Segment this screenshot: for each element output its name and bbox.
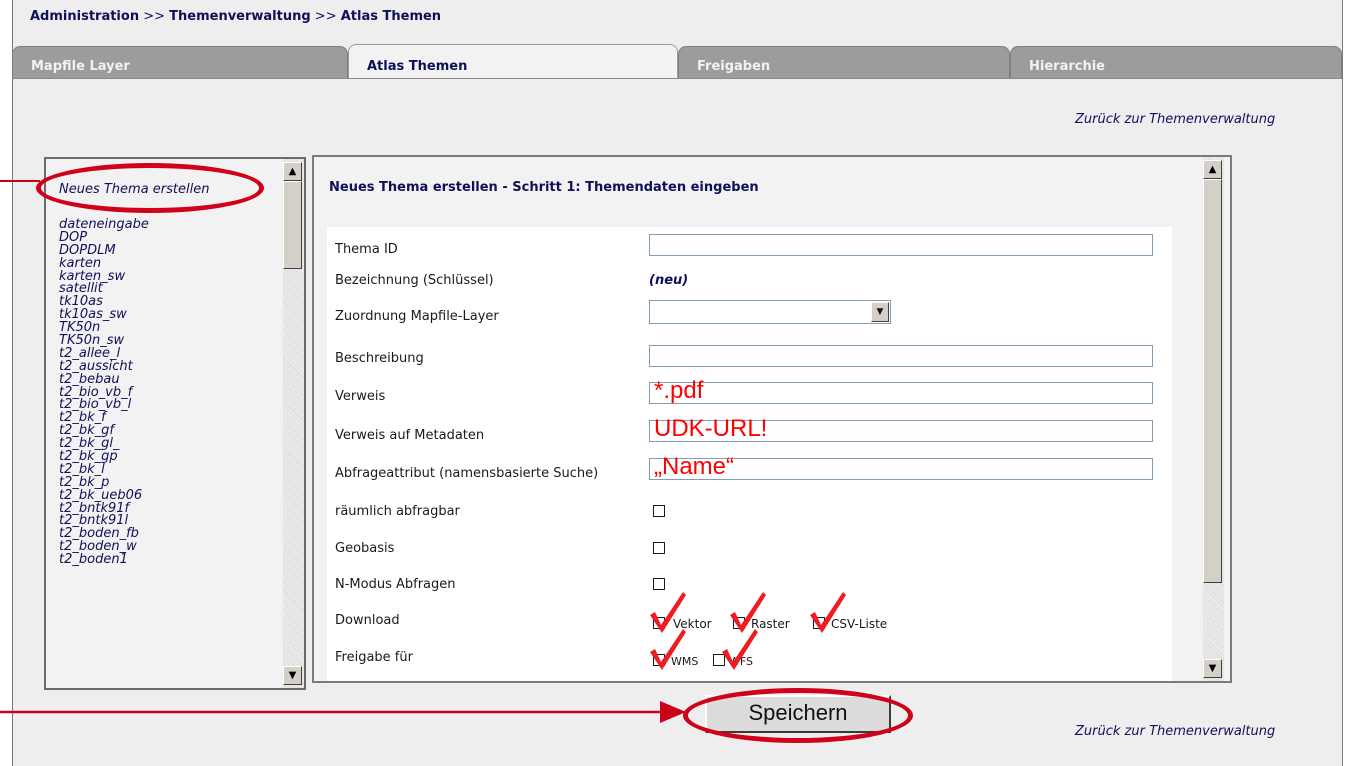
thema-id-input[interactable] [649, 234, 1153, 256]
freigabe-wms-label: WMS [671, 655, 699, 668]
label-bezeichnung: Bezeichnung (Schlüssel) [335, 273, 494, 288]
download-raster-label: Raster [751, 617, 790, 631]
download-vektor-checkbox[interactable] [653, 617, 665, 629]
form-scrollbar[interactable]: ▲ ▼ [1203, 157, 1224, 681]
breadcrumb-themenverwaltung[interactable]: Themenverwaltung [169, 9, 311, 24]
mapfile-layer-select[interactable]: ▼ [649, 300, 891, 324]
annotation-udk-url: UDK-URL! [654, 415, 768, 442]
back-link-top[interactable]: Zurück zur Themenverwaltung [1075, 112, 1275, 127]
label-verweis-metadaten: Verweis auf Metadaten [335, 428, 485, 443]
scroll-thumb[interactable] [1203, 179, 1222, 583]
raeumlich-checkbox[interactable] [653, 505, 665, 517]
form-body: Thema ID Bezeichnung (Schlüssel) (neu) Z… [327, 227, 1172, 681]
chevron-down-icon[interactable]: ▼ [871, 302, 889, 322]
download-vektor-label: Vektor [673, 617, 712, 631]
verweis-input[interactable] [649, 382, 1153, 404]
theme-list[interactable]: Neues Thema erstellen dateneingabe DOP D… [44, 157, 306, 690]
save-button[interactable]: Speichern [705, 695, 891, 733]
bezeichnung-value: (neu) [649, 273, 689, 288]
freigabe-wfs-label: WFS [729, 655, 753, 668]
breadcrumb-separator: >> [310, 9, 341, 24]
label-freigabe: Freigabe für [335, 650, 413, 665]
breadcrumb-separator: >> [139, 9, 170, 24]
theme-list-items: dateneingabe DOP DOPDLM karten karten_sw… [59, 218, 149, 567]
download-csv-checkbox[interactable] [813, 617, 825, 629]
tab-freigaben[interactable]: Freigaben [678, 46, 1010, 79]
scroll-thumb[interactable] [283, 181, 302, 269]
annotation-name: „Name“ [654, 453, 735, 480]
breadcrumb-administration[interactable]: Administration [30, 9, 139, 24]
tab-bar: Mapfile Layer Atlas Themen Freigaben Hie… [12, 44, 1342, 79]
form-panel: Neues Thema erstellen - Schritt 1: Theme… [312, 155, 1232, 683]
breadcrumb-atlas-themen: Atlas Themen [340, 9, 442, 24]
tab-mapfile-layer[interactable]: Mapfile Layer [12, 46, 348, 79]
form-title: Neues Thema erstellen - Schritt 1: Theme… [329, 180, 759, 195]
new-theme-link[interactable]: Neues Thema erstellen [59, 182, 209, 197]
beschreibung-input[interactable] [649, 345, 1153, 367]
geobasis-checkbox[interactable] [653, 542, 665, 554]
tab-hierarchie[interactable]: Hierarchie [1010, 46, 1342, 79]
tab-atlas-themen[interactable]: Atlas Themen [348, 44, 678, 79]
scroll-down-icon[interactable]: ▼ [283, 666, 302, 685]
label-geobasis: Geobasis [335, 541, 395, 556]
back-link-bottom[interactable]: Zurück zur Themenverwaltung [1075, 724, 1275, 739]
scroll-down-icon[interactable]: ▼ [1203, 659, 1222, 678]
label-beschreibung: Beschreibung [335, 351, 424, 366]
freigabe-wfs-checkbox[interactable] [713, 654, 725, 666]
list-item[interactable]: t2_boden1 [59, 553, 149, 567]
download-raster-checkbox[interactable] [733, 617, 745, 629]
label-download: Download [335, 613, 400, 628]
scroll-up-icon[interactable]: ▲ [1203, 160, 1222, 179]
nmodus-checkbox[interactable] [653, 578, 665, 590]
theme-list-scrollbar[interactable]: ▲ ▼ [283, 159, 304, 688]
label-abfrageattribut: Abfrageattribut (namensbasierte Suche) [335, 466, 599, 481]
freigabe-wms-checkbox[interactable] [653, 654, 665, 666]
breadcrumb: Administration >> Themenverwaltung >> At… [30, 9, 441, 24]
label-verweis: Verweis [335, 389, 386, 404]
download-csv-label: CSV-Liste [831, 617, 888, 631]
label-raeumlich: räumlich abfragbar [335, 504, 460, 519]
label-thema-id: Thema ID [335, 242, 398, 257]
tab-divider [12, 78, 1342, 79]
scroll-up-icon[interactable]: ▲ [283, 162, 302, 181]
annotation-pdf: *.pdf [654, 377, 704, 404]
label-zuordnung: Zuordnung Mapfile-Layer [335, 309, 499, 324]
label-nmodus: N-Modus Abfragen [335, 577, 456, 592]
